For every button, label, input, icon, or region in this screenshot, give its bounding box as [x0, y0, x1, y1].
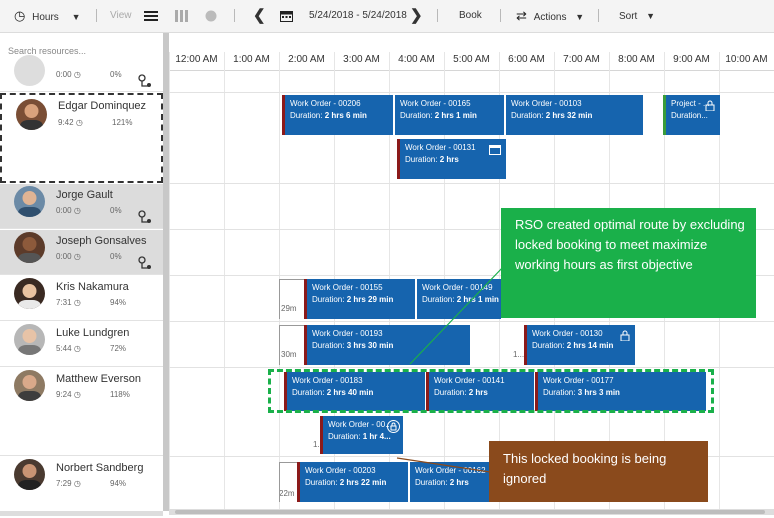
brown-connector-line	[396, 457, 491, 473]
green-connector-line	[409, 264, 506, 365]
scrollbar-thumb[interactable]	[175, 510, 765, 514]
optimal-route-callout: RSO created optimal route by excluding l…	[501, 208, 756, 318]
resource-scrollbar[interactable]	[0, 511, 163, 516]
locked-booking-callout: This locked booking is being ignored	[489, 441, 708, 502]
